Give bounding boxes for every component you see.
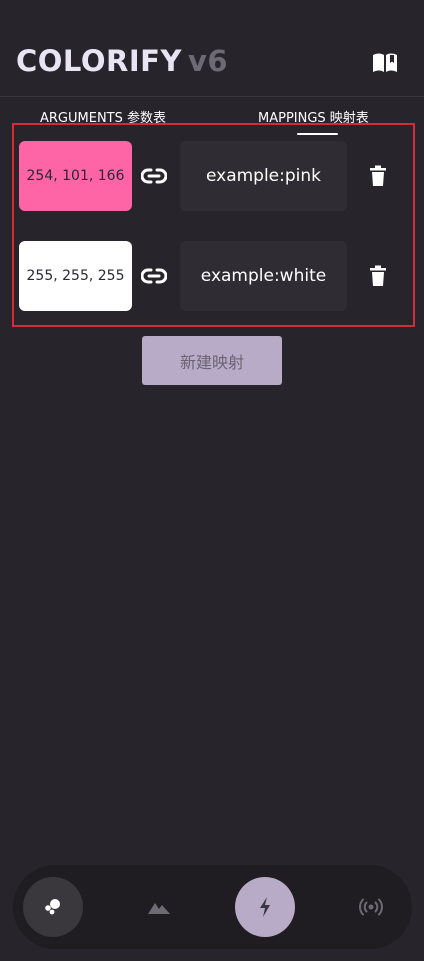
nav-broadcast-button[interactable] [341,877,401,937]
mapping-row: 254, 101, 166 example:pink [0,141,424,211]
mountain-icon [148,903,170,914]
mapping-name-field[interactable]: example:pink [180,141,347,211]
link-icon[interactable] [141,266,167,286]
trash-icon[interactable] [368,265,388,287]
broadcast-icon [359,898,383,916]
bottom-nav [13,865,412,949]
mapping-name-field[interactable]: example:white [180,241,347,311]
nav-bubbles-button[interactable] [23,877,83,937]
new-mapping-button[interactable]: 新建映射 [142,336,282,385]
lightning-icon [260,897,270,917]
trash-icon[interactable] [368,165,388,187]
nav-lightning-button[interactable] [235,877,295,937]
nav-mountain-button[interactable] [129,877,189,937]
app-header: COLORIFY v6 [0,0,424,97]
bubbles-icon [45,899,60,915]
color-swatch[interactable]: 255, 255, 255 [19,241,132,311]
app-title: COLORIFY v6 [16,44,228,78]
app-name: COLORIFY [16,44,182,78]
color-swatch[interactable]: 254, 101, 166 [19,141,132,211]
app-version: v6 [187,44,229,78]
book-open-icon[interactable] [372,52,398,74]
mapping-row: 255, 255, 255 example:white [0,241,424,311]
link-icon[interactable] [141,166,167,186]
